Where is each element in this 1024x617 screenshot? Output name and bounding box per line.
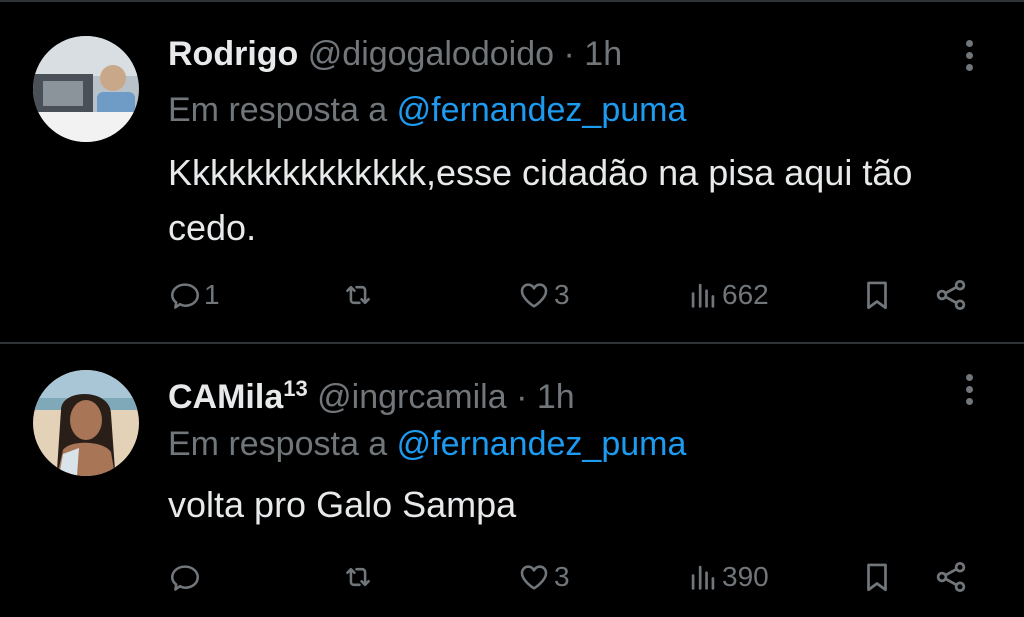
more-options-icon[interactable]	[962, 38, 978, 74]
reply-icon	[170, 283, 200, 309]
more-options-icon[interactable]	[962, 372, 978, 408]
like-count: 3	[554, 561, 570, 592]
tweet-header: CAMila13 @ingrcamila · 1h	[168, 369, 575, 417]
reply-button[interactable]	[168, 557, 204, 597]
heart-icon	[520, 565, 548, 590]
name-suffix: 13	[283, 376, 308, 401]
bookmark-button[interactable]	[860, 275, 894, 315]
tweet-rodrigo[interactable]: Rodrigo @digogalodoido · 1h Em resposta …	[0, 0, 1024, 342]
reply-prefix: Em resposta a	[168, 425, 388, 463]
reply-context: Em resposta a @fernandez_puma	[168, 424, 686, 464]
timestamp[interactable]: 1h	[537, 378, 575, 416]
bookmark-icon	[867, 563, 887, 592]
reply-count: 1	[204, 279, 220, 310]
timestamp[interactable]: 1h	[584, 35, 622, 73]
avatar[interactable]	[33, 370, 139, 476]
reply-mention-link[interactable]: @fernandez_puma	[397, 91, 687, 129]
tweet-text: volta pro Galo Sampa	[168, 484, 517, 525]
user-handle[interactable]: @digogalodoido	[308, 35, 554, 73]
retweet-icon	[346, 285, 370, 305]
bookmark-icon	[867, 281, 887, 310]
like-count: 3	[554, 279, 570, 310]
reply-context: Em resposta a @fernandez_puma	[168, 90, 686, 130]
views-chart-icon	[691, 565, 715, 590]
display-name[interactable]: CAMila	[168, 378, 283, 416]
display-name[interactable]: Rodrigo	[168, 35, 298, 73]
share-icon	[936, 562, 966, 592]
separator-dot: ·	[563, 35, 575, 73]
action-bar: 1 3 662	[0, 275, 1024, 315]
avatar[interactable]	[33, 36, 139, 142]
action-bar: 3 390	[0, 557, 1024, 597]
tweet-camila[interactable]: CAMila13 @ingrcamila · 1h Em resposta a …	[0, 344, 1024, 617]
reply-mention-link[interactable]: @fernandez_puma	[397, 425, 687, 463]
reply-icon	[170, 565, 200, 591]
user-handle[interactable]: @ingrcamila	[317, 378, 506, 416]
views-button[interactable]: 662	[686, 275, 769, 315]
share-button[interactable]	[932, 557, 970, 597]
tweet-text: Kkkkkkkkkkkkkk,esse cidadão na pisa aqui…	[168, 152, 913, 248]
share-icon	[936, 280, 966, 310]
retweet-button[interactable]	[340, 557, 378, 597]
share-button[interactable]	[932, 275, 970, 315]
like-button[interactable]: 3	[516, 275, 570, 315]
reply-button[interactable]: 1	[168, 275, 220, 315]
views-button[interactable]: 390	[686, 557, 769, 597]
views-chart-icon	[691, 283, 715, 308]
separator-dot: ·	[516, 378, 528, 416]
retweet-icon	[346, 567, 370, 587]
retweet-button[interactable]	[340, 275, 378, 315]
views-count: 390	[722, 561, 769, 592]
like-button[interactable]: 3	[516, 557, 570, 597]
tweet-header: Rodrigo @digogalodoido · 1h	[168, 34, 622, 74]
views-count: 662	[722, 279, 769, 310]
bookmark-button[interactable]	[860, 557, 894, 597]
heart-icon	[520, 283, 548, 308]
reply-prefix: Em resposta a	[168, 91, 388, 129]
